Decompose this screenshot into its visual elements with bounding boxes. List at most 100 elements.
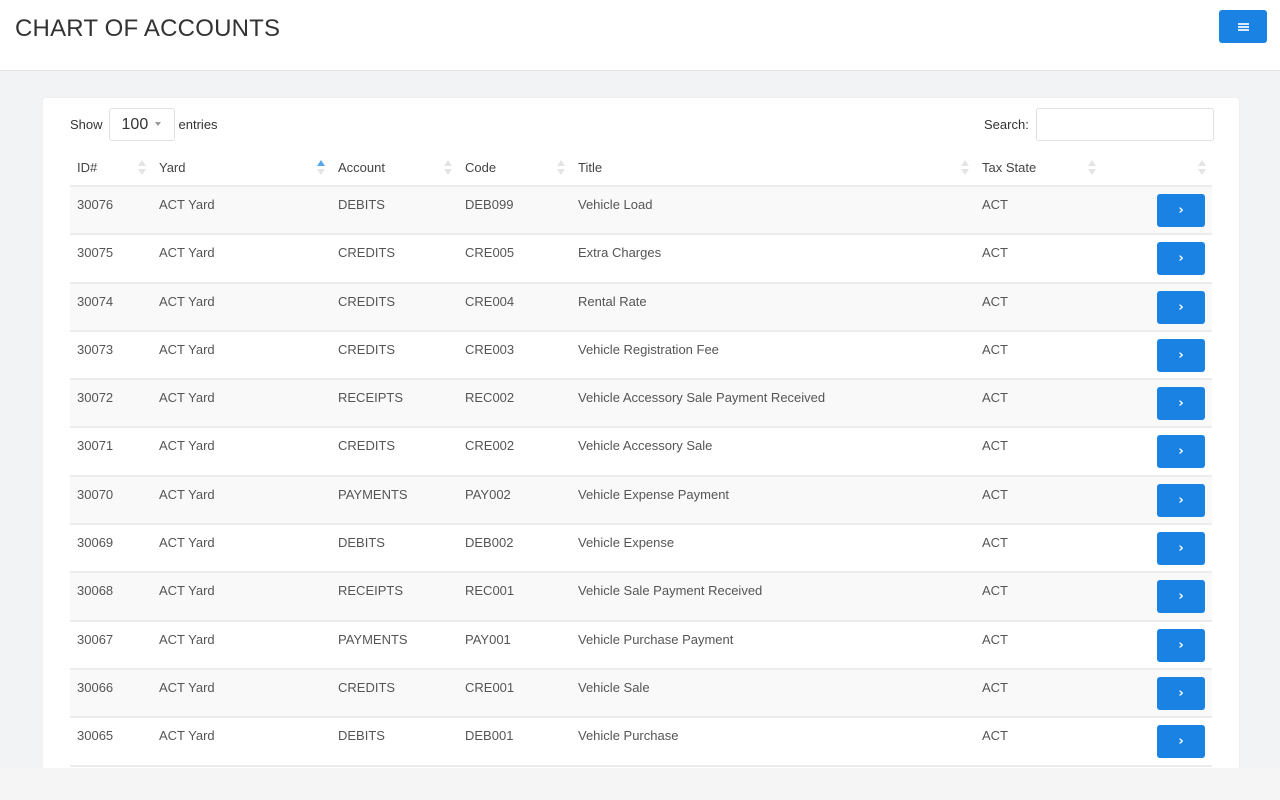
open-row-button[interactable]: › xyxy=(1157,628,1205,662)
cell-code: PAY001 xyxy=(465,631,511,647)
chevron-right-icon: › xyxy=(1178,734,1184,750)
chevron-right-icon: › xyxy=(1178,396,1184,412)
cell-id: 30072 xyxy=(77,390,114,406)
cell-tax-state: ACT xyxy=(982,535,1008,551)
hamburger-menu-icon xyxy=(1237,22,1249,31)
sort-icon xyxy=(444,160,452,176)
open-row-button[interactable]: › xyxy=(1157,194,1205,227)
sort-icon xyxy=(1198,160,1206,176)
page-length-value: 100 xyxy=(121,115,149,133)
table-row: 30075 ACT Yard CREDITS CRE005 Extra Charges A… xyxy=(70,234,1212,283)
cell-id: 30076 xyxy=(77,197,114,212)
open-row-button[interactable]: › xyxy=(1157,338,1205,372)
cell-code: DEB001 xyxy=(465,728,514,744)
column-header-yard[interactable]: Yard xyxy=(152,149,331,187)
open-row-button[interactable]: › xyxy=(1157,290,1205,324)
chevron-right-icon: › xyxy=(1178,203,1184,218)
cell-tax-state: ACT xyxy=(982,438,1008,454)
sort-icon xyxy=(138,160,146,176)
cell-tax-state: ACT xyxy=(982,293,1008,309)
chevron-right-icon: › xyxy=(1178,492,1184,508)
accounts-card: Show 100 entries Search: ID# Yard Account C… xyxy=(43,98,1239,800)
cell-title: Vehicle Expense Payment xyxy=(578,486,730,502)
table-row: 30066 ACT Yard CREDITS CRE001 Vehicle Sale AC… xyxy=(70,668,1212,718)
cell-id: 30067 xyxy=(77,631,114,647)
table-header-row: ID# Yard Account Code Title Tax State xyxy=(70,149,1212,187)
cell-id: 30074 xyxy=(77,293,114,309)
top-bar: CHART OF ACCOUNTS xyxy=(0,0,1280,71)
cell-title: Vehicle Accessory Sale xyxy=(578,438,713,454)
chevron-right-icon: › xyxy=(1178,685,1184,701)
column-header-actions[interactable] xyxy=(1102,149,1212,187)
cell-account: DEBITS xyxy=(338,197,385,212)
column-header-tax-state[interactable]: Tax State xyxy=(975,149,1102,187)
cell-account: CREDITS xyxy=(338,293,396,309)
cell-account: RECEIPTS xyxy=(338,583,404,599)
column-header-title[interactable]: Title xyxy=(571,149,975,187)
open-row-button[interactable]: › xyxy=(1157,532,1205,566)
column-header-id[interactable]: ID# xyxy=(70,149,152,187)
column-header-code[interactable]: Code xyxy=(458,149,571,187)
open-row-button[interactable]: › xyxy=(1157,483,1205,517)
column-header-label: Tax State xyxy=(982,159,1037,175)
cell-title: Rental Rate xyxy=(578,293,647,309)
cell-code: DEB002 xyxy=(465,535,514,551)
cell-account: PAYMENTS xyxy=(338,631,408,647)
cell-actions: › xyxy=(1102,476,1212,524)
open-row-button[interactable]: › xyxy=(1157,725,1205,759)
cell-tax-state: ACT xyxy=(982,728,1008,744)
cell-title: Vehicle Accessory Sale Payment Received xyxy=(578,390,826,406)
chevron-down-icon xyxy=(154,122,161,126)
cell-id: 30070 xyxy=(77,486,114,502)
cell-actions: › xyxy=(1102,572,1212,620)
cell-yard: ACT Yard xyxy=(159,535,215,551)
cell-code: REC001 xyxy=(465,583,515,599)
table-row: 30065 ACT Yard DEBITS DEB001 Vehicle Purchas… xyxy=(70,717,1212,766)
cell-yard: ACT Yard xyxy=(159,245,215,261)
search-input[interactable] xyxy=(1035,108,1214,141)
menu-button[interactable] xyxy=(1219,10,1267,43)
cell-account: CREDITS xyxy=(338,679,396,695)
page-length-select[interactable]: 100 xyxy=(108,108,175,141)
sort-icon xyxy=(1088,160,1096,176)
cell-code: CRE002 xyxy=(465,438,515,454)
cell-actions: › xyxy=(1102,234,1212,282)
cell-account: CREDITS xyxy=(338,245,396,261)
cell-code: PAY002 xyxy=(465,486,511,502)
page-length-control: Show 100 entries xyxy=(70,108,218,141)
table-row: 30072 ACT Yard RECEIPTS REC002 Vehicle Acces… xyxy=(70,379,1212,428)
cell-title: Vehicle Purchase xyxy=(578,728,679,744)
cell-actions: › xyxy=(1102,621,1212,669)
cell-account: RECEIPTS xyxy=(338,390,404,406)
cell-tax-state: ACT xyxy=(982,583,1008,599)
cell-yard: ACT Yard xyxy=(159,197,215,212)
cell-title: Vehicle Sale xyxy=(578,679,650,695)
page-footer-area xyxy=(0,768,1280,800)
cell-code: CRE003 xyxy=(465,341,515,357)
cell-id: 30065 xyxy=(77,728,114,744)
sort-icon xyxy=(557,160,565,176)
column-header-label: ID# xyxy=(77,159,98,175)
table-row: 30074 ACT Yard CREDITS CRE004 Rental Rate ACT… xyxy=(70,282,1212,331)
cell-actions: › xyxy=(1102,669,1212,717)
open-row-button[interactable]: › xyxy=(1157,435,1205,469)
open-row-button[interactable]: › xyxy=(1157,387,1205,421)
page-title: CHART OF ACCOUNTS xyxy=(15,15,281,42)
table-row: 30073 ACT Yard CREDITS CRE003 Vehicle Regist… xyxy=(70,330,1212,380)
cell-tax-state: ACT xyxy=(982,486,1008,502)
cell-id: 30075 xyxy=(77,245,114,261)
cell-code: DEB099 xyxy=(465,197,514,212)
cell-tax-state: ACT xyxy=(982,341,1008,357)
cell-id: 30073 xyxy=(77,341,114,357)
open-row-button[interactable]: › xyxy=(1157,676,1205,710)
cell-yard: ACT Yard xyxy=(159,631,215,647)
open-row-button[interactable]: › xyxy=(1157,580,1205,614)
open-row-button[interactable]: › xyxy=(1157,242,1205,276)
cell-actions: › xyxy=(1102,427,1212,475)
cell-tax-state: ACT xyxy=(982,679,1008,695)
column-header-account[interactable]: Account xyxy=(331,149,458,187)
column-header-label: Account xyxy=(338,159,385,175)
sort-icon xyxy=(961,160,969,176)
chevron-right-icon: › xyxy=(1178,444,1184,460)
cell-title: Vehicle Expense xyxy=(578,535,675,551)
